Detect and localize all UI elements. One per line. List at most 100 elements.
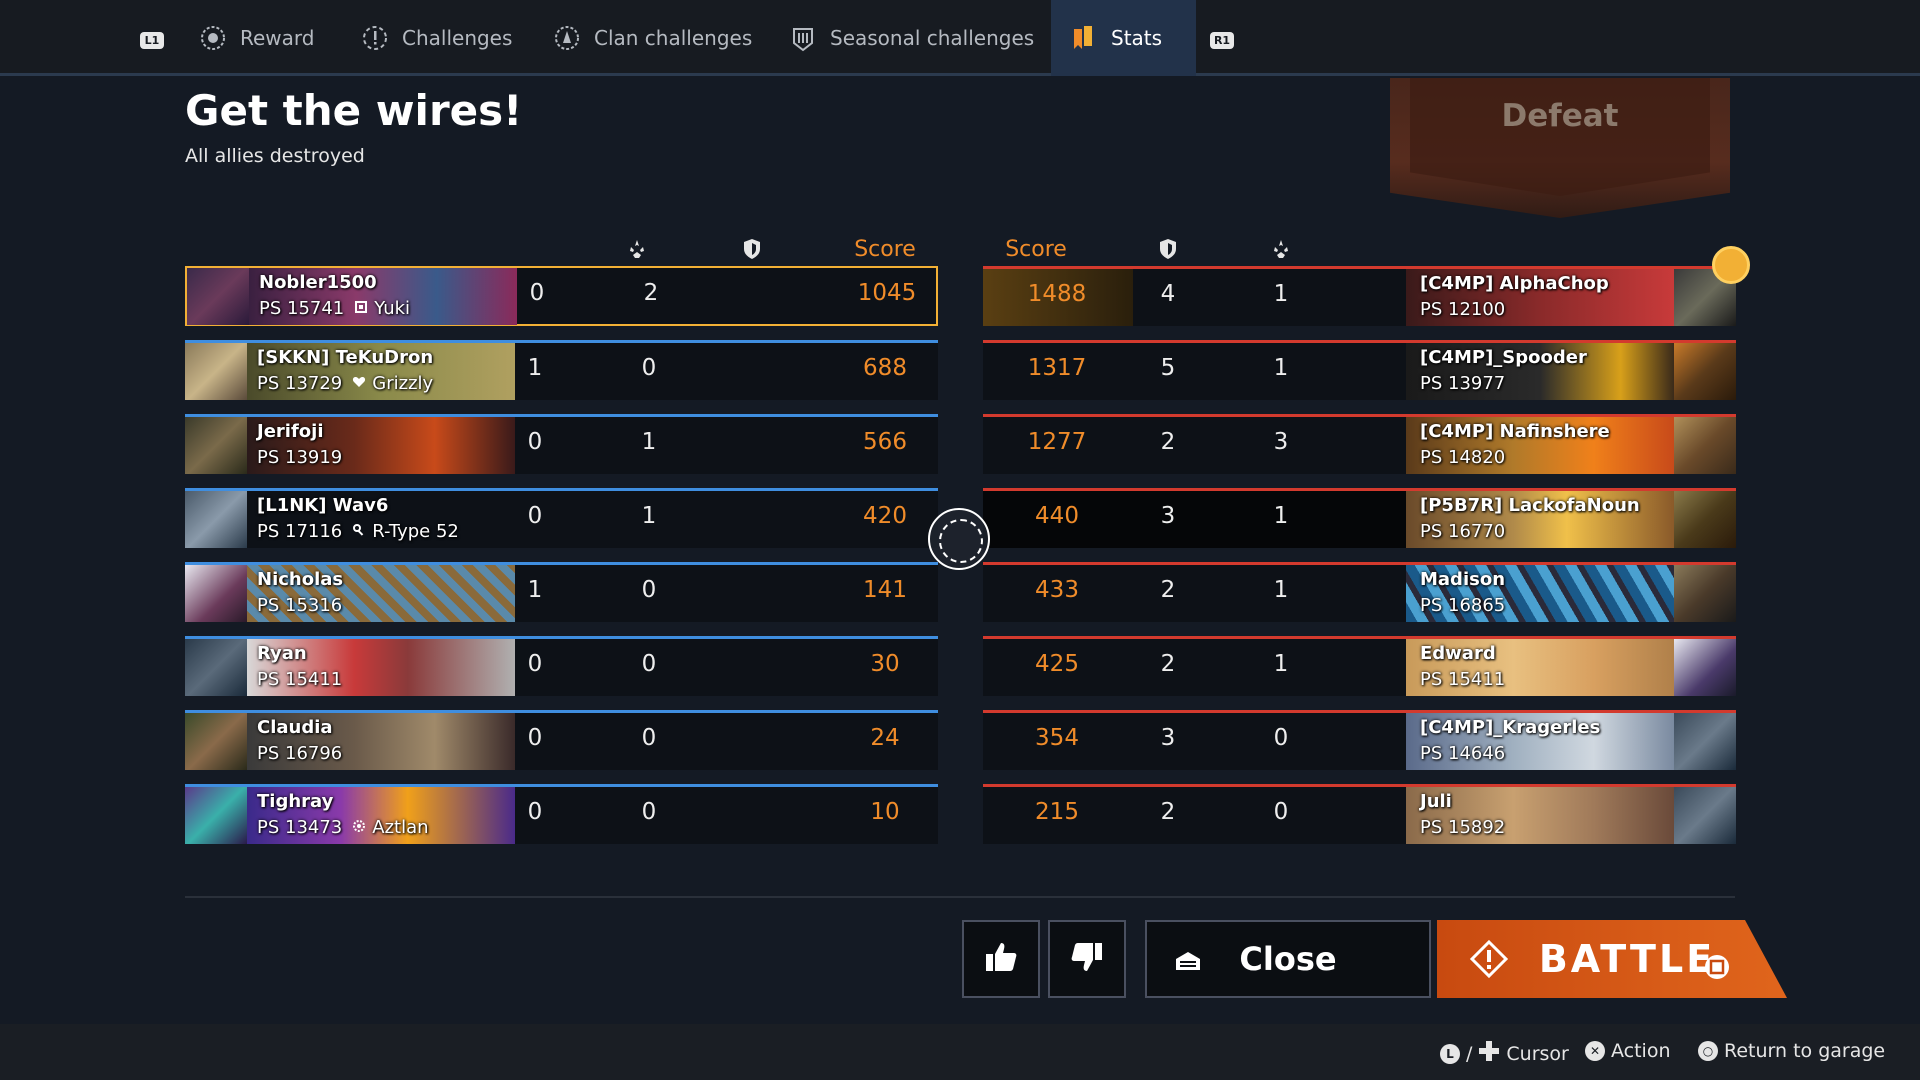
- tab-seasonal-challenges[interactable]: Seasonal challenges: [788, 0, 1034, 76]
- assists-value: 0: [641, 355, 657, 381]
- score-value: 1488: [1027, 281, 1087, 307]
- tab-clan-challenges[interactable]: Clan challenges: [552, 0, 752, 76]
- battle-button[interactable]: BATTLE: [1437, 920, 1787, 998]
- player-power-score: PS 12100: [1420, 299, 1506, 320]
- ally-row[interactable]: Claudia PS 16796 0 0 24: [185, 710, 938, 770]
- assists-value: 2: [1160, 799, 1176, 825]
- player-name: [SKKN] TeKuDron: [257, 347, 434, 368]
- hint-label: Cursor: [1506, 1042, 1569, 1065]
- kills-icon: [622, 234, 652, 264]
- stats-icon: [1069, 23, 1099, 53]
- tab-label: Challenges: [402, 26, 513, 50]
- enemy-row[interactable]: 440 3 1 [P5B7R] LackofaNoun PS 16770: [983, 488, 1736, 548]
- assists-value: 1: [641, 429, 657, 455]
- player-power-score: PS 13729: [257, 373, 343, 394]
- player-power-score: PS 15741: [259, 298, 345, 319]
- player-power-score: PS 16770: [1420, 521, 1506, 542]
- seasonal-challenges-icon: [788, 23, 818, 53]
- dislike-button[interactable]: [1048, 920, 1126, 998]
- player-card: Juli PS 15892: [1406, 787, 1736, 844]
- slash-text: /: [1466, 1042, 1473, 1065]
- avatar: [185, 713, 247, 770]
- player-info: PS 16865: [1420, 595, 1505, 616]
- tab-reward[interactable]: Reward: [198, 0, 314, 76]
- ally-row[interactable]: [L1NK] Wav6 PS 17116 R-Type 52 0 1 420: [185, 488, 938, 548]
- enemy-row[interactable]: 354 3 0 [C4MP]_Kragerles PS 14646: [983, 710, 1736, 770]
- assists-value: 0: [641, 651, 657, 677]
- drone-icon: [354, 298, 368, 319]
- player-info: PS 14646: [1420, 743, 1505, 764]
- avatar: [185, 639, 247, 696]
- ally-row[interactable]: [SKKN] TeKuDron PS 13729 Grizzly 1 0 688: [185, 340, 938, 400]
- ally-row[interactable]: Ryan PS 15411 0 0 30: [185, 636, 938, 696]
- player-card: Claudia PS 16796: [185, 713, 515, 770]
- player-info: PS 17116 R-Type 52: [257, 521, 459, 542]
- challenges-icon: [360, 23, 390, 53]
- player-info: PS 12100: [1420, 299, 1505, 320]
- player-card: [SKKN] TeKuDron PS 13729 Grizzly: [185, 343, 515, 400]
- kills-value: 1: [1273, 503, 1289, 529]
- enemy-row[interactable]: 425 2 1 Edward PS 15411: [983, 636, 1736, 696]
- player-tag: Aztlan: [372, 817, 429, 838]
- gear-icon: [352, 817, 366, 838]
- player-name: [C4MP] AlphaChop: [1420, 273, 1609, 294]
- avatar: [1674, 565, 1736, 622]
- like-button[interactable]: [962, 920, 1040, 998]
- result-text: Defeat: [1501, 98, 1619, 134]
- enemy-row[interactable]: 1317 5 1 [C4MP]_Spooder PS 13977: [983, 340, 1736, 400]
- enemy-row[interactable]: 215 2 0 Juli PS 15892: [983, 784, 1736, 844]
- player-info: PS 16770: [1420, 521, 1505, 542]
- close-button[interactable]: Close: [1145, 920, 1431, 998]
- close-label: Close: [1239, 940, 1337, 978]
- enemy-row[interactable]: 1488 4 1 [C4MP] AlphaChop PS 12100: [983, 266, 1736, 326]
- kills-value: 0: [527, 651, 543, 677]
- player-card: Nobler1500 PS 15741 Yuki: [187, 268, 517, 325]
- enemy-row[interactable]: 1277 2 3 [C4MP] Nafinshere PS 14820: [983, 414, 1736, 474]
- player-card: Jerifoji PS 13919: [185, 417, 515, 474]
- player-card: Tighray PS 13473 Aztlan: [185, 787, 515, 844]
- player-power-score: PS 15316: [257, 595, 343, 616]
- player-name: Jerifoji: [257, 421, 324, 442]
- player-power-score: PS 14820: [1420, 447, 1506, 468]
- player-power-score: PS 13977: [1420, 373, 1506, 394]
- kills-value: 0: [527, 725, 543, 751]
- tab-label: Reward: [240, 26, 315, 50]
- player-info: PS 13729 Grizzly: [257, 373, 433, 394]
- ally-row-self[interactable]: Nobler1500 PS 15741 Yuki 0 2 1045: [185, 266, 938, 326]
- player-name: [C4MP]_Kragerles: [1420, 717, 1601, 738]
- tab-challenges[interactable]: Challenges: [360, 0, 512, 76]
- tab-stats[interactable]: Stats: [1051, 0, 1197, 76]
- assists-value: 4: [1160, 281, 1176, 307]
- score-value: 420: [863, 503, 907, 529]
- player-name: [C4MP]_Spooder: [1420, 347, 1587, 368]
- player-name: Juli: [1420, 791, 1452, 812]
- player-name: Claudia: [257, 717, 333, 738]
- player-info: PS 16796: [257, 743, 342, 764]
- ally-row[interactable]: Tighray PS 13473 Aztlan 0 0 10: [185, 784, 938, 844]
- ally-row[interactable]: Jerifoji PS 13919 0 1 566: [185, 414, 938, 474]
- kills-value: 0: [529, 280, 545, 306]
- assists-value: 0: [641, 725, 657, 751]
- square-button-icon: [1703, 946, 1731, 990]
- player-power-score: PS 15411: [257, 669, 343, 690]
- player-card: [P5B7R] LackofaNoun PS 16770: [1406, 491, 1736, 548]
- shield-icon: [737, 234, 767, 264]
- player-tag: Grizzly: [372, 373, 434, 394]
- r1-button-icon[interactable]: R1: [1210, 32, 1234, 49]
- player-power-score: PS 13919: [257, 447, 343, 468]
- score-value: 30: [870, 651, 900, 677]
- player-name: Nicholas: [257, 569, 344, 590]
- avatar: [1674, 639, 1736, 696]
- thumbs-up-icon: [981, 937, 1021, 981]
- circle-button-icon: ○: [1698, 1041, 1718, 1061]
- assists-value: 0: [641, 577, 657, 603]
- player-info: PS 15741 Yuki: [259, 298, 410, 319]
- battle-label: BATTLE: [1538, 937, 1716, 981]
- l1-button-icon[interactable]: L1: [140, 32, 164, 49]
- ally-row[interactable]: Nicholas PS 15316 1 0 141: [185, 562, 938, 622]
- player-name: [P5B7R] LackofaNoun: [1420, 495, 1640, 516]
- player-card: [C4MP] AlphaChop PS 12100: [1406, 269, 1736, 326]
- enemy-row[interactable]: 433 2 1 Madison PS 16865: [983, 562, 1736, 622]
- player-info: PS 14820: [1420, 447, 1505, 468]
- avatar: [185, 565, 247, 622]
